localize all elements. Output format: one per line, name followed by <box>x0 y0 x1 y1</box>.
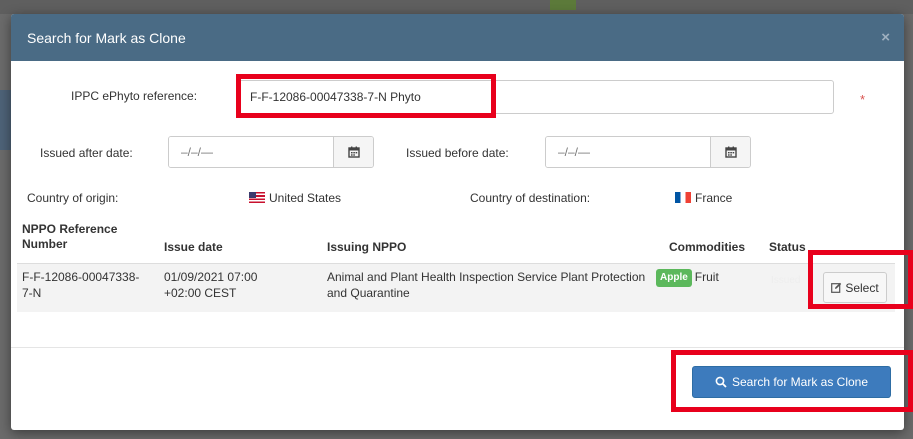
country-destination-value: France <box>675 191 732 205</box>
background-top-bar <box>0 0 913 14</box>
country-origin-value: United States <box>249 191 341 205</box>
calendar-icon <box>347 146 360 158</box>
calendar-icon <box>724 146 737 158</box>
footer-divider <box>11 347 904 348</box>
row-status: Issued <box>771 275 801 286</box>
commodity-badge: Apple <box>656 269 692 287</box>
ippc-reference-label: IPPC ePhyto reference: <box>71 89 198 103</box>
col-header-commodities: Commodities <box>669 240 746 254</box>
modal-header: Search for Mark as Clone × <box>11 14 904 61</box>
search-mark-clone-modal: Search for Mark as Clone × IPPC ePhyto r… <box>11 14 904 430</box>
issued-before-date-input[interactable] <box>546 137 710 167</box>
edit-icon <box>831 282 842 293</box>
search-mark-clone-button-label: Search for Mark as Clone <box>731 375 869 389</box>
row-issuing-nppo: Animal and Plant Health Inspection Servi… <box>327 270 646 300</box>
row-issue-date: 01/09/2021 07:00 +02:00 CEST <box>164 270 258 300</box>
select-button[interactable]: Select <box>823 272 887 303</box>
us-flag-icon <box>249 192 265 203</box>
country-origin-label: Country of origin: <box>27 191 119 205</box>
select-button-label: Select <box>845 280 879 295</box>
required-indicator: * <box>860 92 866 107</box>
background-green-tab <box>550 0 576 10</box>
issued-after-date-input[interactable] <box>169 137 333 167</box>
search-icon <box>715 376 727 388</box>
commodity-text: Fruit <box>694 270 719 284</box>
col-header-nppo-ref: NPPO Reference Number <box>22 222 118 251</box>
row-nppo-ref: F-F-12086-00047338-7-N <box>22 270 140 300</box>
issued-before-date-group <box>545 136 751 168</box>
search-mark-clone-button[interactable]: Search for Mark as Clone <box>692 366 891 398</box>
close-icon[interactable]: × <box>881 29 890 46</box>
country-destination-label: Country of destination: <box>470 191 591 205</box>
col-header-status: Status <box>769 240 806 254</box>
col-header-issue-date: Issue date <box>164 240 223 254</box>
issued-after-calendar-button[interactable] <box>333 137 373 167</box>
row-commodities: Apple Fruit <box>656 269 719 287</box>
ippc-reference-input[interactable] <box>237 80 834 114</box>
issued-before-calendar-button[interactable] <box>710 137 750 167</box>
country-origin-name: United States <box>269 191 342 205</box>
issued-before-label: Issued before date: <box>406 146 509 160</box>
france-flag-icon <box>675 192 691 203</box>
col-header-issuing-nppo: Issuing NPPO <box>327 240 407 254</box>
issued-after-label: Issued after date: <box>40 146 133 160</box>
issued-after-date-group <box>168 136 374 168</box>
country-destination-name: France <box>695 191 733 205</box>
modal-title: Search for Mark as Clone <box>27 29 186 46</box>
